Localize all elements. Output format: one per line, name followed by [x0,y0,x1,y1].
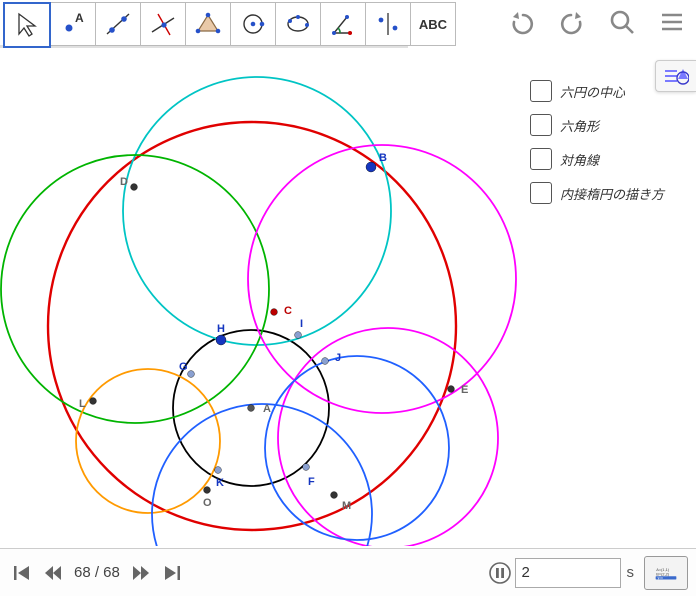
last-frame-button[interactable] [156,558,186,588]
circle-blue-lower [152,404,372,546]
point-label-C: C [284,305,292,317]
checkbox-diagonals[interactable]: 対角線 [530,148,664,170]
point-H[interactable] [216,335,226,345]
checkbox-inscribed-ellipse[interactable]: 内接楕円の描き方 [530,182,664,204]
tool-polygon[interactable] [185,2,231,46]
tool-circle[interactable] [230,2,276,46]
keyboard-button[interactable]: A=(1,1)B=(2,2)y=x [644,556,688,590]
point-label-O: O [203,497,212,509]
point-label-I: I [300,318,303,330]
point-F[interactable] [303,464,310,471]
point-C[interactable] [271,309,278,316]
point-label-E: E [461,384,468,396]
speed-input[interactable] [515,558,621,588]
checkbox-box [530,80,552,102]
circle-big-red [48,122,456,530]
point-A[interactable] [248,405,255,412]
point-D[interactable] [131,184,138,191]
point-G[interactable] [188,371,195,378]
tool-conic[interactable] [275,2,321,46]
point-label-A: A [263,403,271,415]
pause-button[interactable] [485,558,515,588]
checkbox-hexagon[interactable]: 六角形 [530,114,664,136]
point-B[interactable] [366,162,376,172]
tool-text[interactable]: ABC [410,2,456,46]
svg-text:A: A [75,11,84,25]
point-I[interactable] [295,332,302,339]
tool-move[interactable] [3,2,51,48]
checkbox-box [530,114,552,136]
checkbox-box [530,182,552,204]
point-label-H: H [217,323,225,335]
checkbox-panel: 六円の中心 六角形 対角線 内接楕円の描き方 [530,80,664,216]
point-label-J: J [335,352,341,364]
undo-button[interactable] [504,4,540,40]
toolbar: A ABC [3,2,455,47]
first-frame-button[interactable] [8,558,38,588]
rewind-button[interactable] [38,558,68,588]
svg-text:y=x: y=x [658,576,663,580]
redo-button[interactable] [554,4,590,40]
checkbox-label: 内接楕円の描き方 [560,184,664,203]
checkbox-box [530,148,552,170]
point-J[interactable] [322,358,329,365]
checkbox-label: 六角形 [560,116,599,135]
header-actions [504,4,690,40]
point-label-G: G [179,361,188,373]
point-K[interactable] [215,467,222,474]
checkbox-label: 六円の中心 [560,82,625,101]
point-L[interactable] [90,398,97,405]
tool-perpendicular[interactable] [140,2,186,46]
playbar: 68 / 68 s A=(1,1)B=(2,2)y=x [0,548,696,596]
tool-text-label: ABC [419,17,447,32]
menu-button[interactable] [654,4,690,40]
tool-angle[interactable] [320,2,366,46]
circle-cyan [123,77,391,345]
circle-green [1,155,269,423]
frame-counter: 68 / 68 [74,564,120,581]
forward-button[interactable] [126,558,156,588]
point-label-L: L [79,398,86,410]
tool-reflect[interactable] [365,2,411,46]
search-button[interactable] [604,4,640,40]
point-M[interactable] [331,492,338,499]
circle-orange [76,369,220,513]
checkbox-label: 対角線 [560,150,599,169]
tool-line[interactable] [95,2,141,46]
point-label-K: K [216,477,224,489]
checkbox-six-circle-centers[interactable]: 六円の中心 [530,80,664,102]
point-label-M: M [342,500,351,512]
point-O[interactable] [204,487,211,494]
point-label-D: D [120,176,128,188]
point-label-F: F [308,476,315,488]
tool-point[interactable]: A [50,2,96,46]
speed-unit: s [627,564,635,581]
point-label-B: B [379,152,387,164]
point-E[interactable] [448,386,455,393]
